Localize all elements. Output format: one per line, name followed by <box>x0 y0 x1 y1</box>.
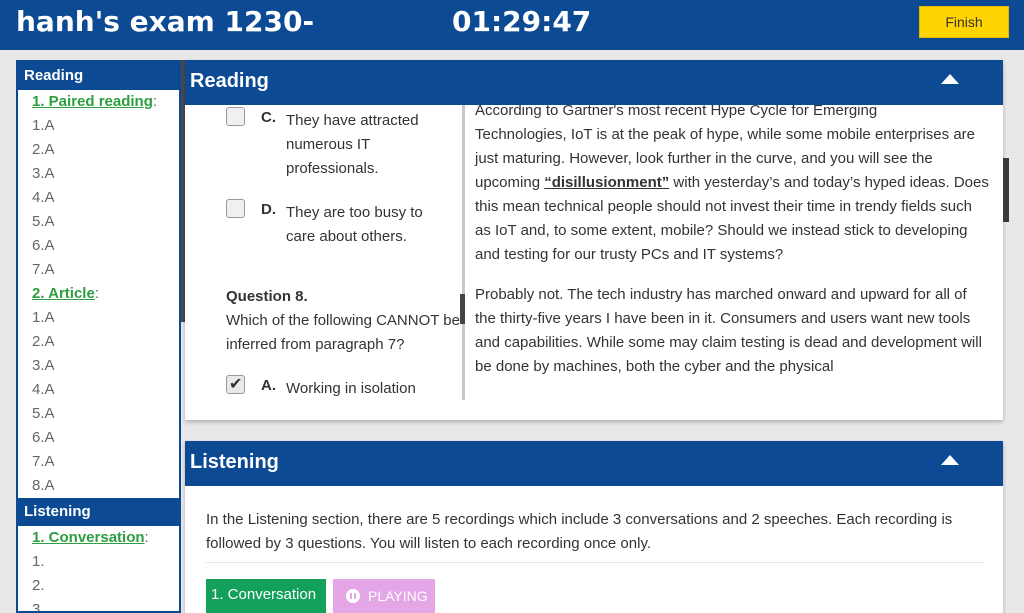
sidebar-question-link[interactable]: 5.A <box>18 402 179 426</box>
passage-paragraph: Technologies, IoT is at the peak of hype… <box>475 123 990 267</box>
question-column: C. They have attracted numerous IT profe… <box>226 105 462 400</box>
sidebar-question-link[interactable]: 4.A <box>18 186 179 210</box>
answer-checkbox[interactable] <box>226 107 245 126</box>
question-number: Question 8. <box>226 288 308 305</box>
top-bar: hanh's exam 1230- 01:29:47 Finish <box>0 0 1024 50</box>
sidebar-question-link[interactable]: 2.A <box>18 138 179 162</box>
countdown-timer: 01:29:47 <box>452 5 592 38</box>
option-letter: A. <box>261 377 276 394</box>
passage-paragraph: Probably not. The tech industry has marc… <box>475 286 982 375</box>
question-text: Which of the following CANNOT be inferre… <box>226 312 460 353</box>
sidebar-group-paired-reading[interactable]: 1. Paired reading: <box>18 90 179 114</box>
sidebar-group-colon: : <box>152 93 158 110</box>
passage-column: According to Gartner's most recent Hype … <box>475 105 990 395</box>
reading-panel-title: Reading <box>190 70 269 92</box>
sidebar-question-link[interactable]: 7.A <box>18 258 179 282</box>
option-text: They are too busy to care about others. <box>286 204 423 245</box>
question-scrollbar[interactable] <box>460 294 465 324</box>
tab-conversation[interactable]: 1. Conversation <box>206 579 326 613</box>
option-letter: D. <box>261 201 276 218</box>
reading-panel-header[interactable]: Reading <box>185 60 1003 105</box>
listening-panel-header[interactable]: Listening <box>185 441 1003 486</box>
passage-scrollbar[interactable] <box>1003 158 1009 222</box>
collapse-caret-icon[interactable] <box>941 455 959 465</box>
playing-label: PLAYING <box>368 588 428 604</box>
sidebar-question-link[interactable]: 2. <box>18 574 179 598</box>
sidebar-question-link[interactable]: 3. <box>18 598 179 611</box>
sidebar-section-listening[interactable]: Listening <box>18 498 179 526</box>
sidebar-group-colon: : <box>94 285 99 302</box>
sidebar-question-link[interactable]: 3.A <box>18 162 179 186</box>
sidebar-group-article[interactable]: 2. Article: <box>18 282 179 306</box>
option-text: Working in isolation <box>286 380 416 397</box>
sidebar-question-link[interactable]: 1. <box>18 550 179 574</box>
sidebar-question-link[interactable]: 6.A <box>18 426 179 450</box>
column-divider <box>462 105 465 400</box>
listening-panel: Listening In the Listening section, ther… <box>185 441 1003 613</box>
sidebar-question-link[interactable]: 3.A <box>18 354 179 378</box>
sidebar-group-label[interactable]: 1. Paired reading <box>32 93 153 110</box>
option-text: They have attracted numerous IT professi… <box>286 112 419 177</box>
reading-panel: Reading C. They have attracted numerous … <box>185 60 1009 420</box>
option-letter: C. <box>261 109 276 126</box>
highlighted-keyword: “disillusionment” <box>544 174 670 191</box>
sidebar-question-link[interactable]: 6.A <box>18 234 179 258</box>
sidebar-question-link[interactable]: 4.A <box>18 378 179 402</box>
sidebar-question-link[interactable]: 7.A <box>18 450 179 474</box>
passage-line: According to Gartner's most recent Hype … <box>475 105 878 119</box>
sidebar-question-link[interactable]: 2.A <box>18 330 179 354</box>
listening-panel-title: Listening <box>190 451 279 473</box>
sidebar-question-link[interactable]: 8.A <box>18 474 179 498</box>
pause-icon <box>346 589 360 603</box>
answer-checkbox-checked[interactable] <box>226 374 245 394</box>
sidebar-group-conversation[interactable]: 1. Conversation: <box>18 526 179 550</box>
sidebar-group-label[interactable]: 2. Article <box>32 285 95 302</box>
listening-content: In the Listening section, there are 5 re… <box>185 486 1003 563</box>
sidebar-question-link[interactable]: 1.A <box>18 306 179 330</box>
exam-title: hanh's exam 1230- <box>16 5 315 38</box>
reading-content: C. They have attracted numerous IT profe… <box>185 105 1003 400</box>
sidebar-section-reading[interactable]: Reading <box>18 62 179 90</box>
answer-checkbox[interactable] <box>226 199 245 218</box>
collapse-caret-icon[interactable] <box>941 74 959 84</box>
listening-instructions: In the Listening section, there are 5 re… <box>206 508 983 563</box>
playing-status-button[interactable]: PLAYING <box>333 579 435 613</box>
question-navigator: Reading 1. Paired reading: 1.A 2.A 3.A 4… <box>16 60 181 613</box>
sidebar-question-link[interactable]: 5.A <box>18 210 179 234</box>
sidebar-group-colon: : <box>144 529 149 546</box>
sidebar-group-label[interactable]: 1. Conversation <box>32 529 145 546</box>
finish-button[interactable]: Finish <box>919 6 1009 38</box>
sidebar-question-link[interactable]: 1.A <box>18 114 179 138</box>
